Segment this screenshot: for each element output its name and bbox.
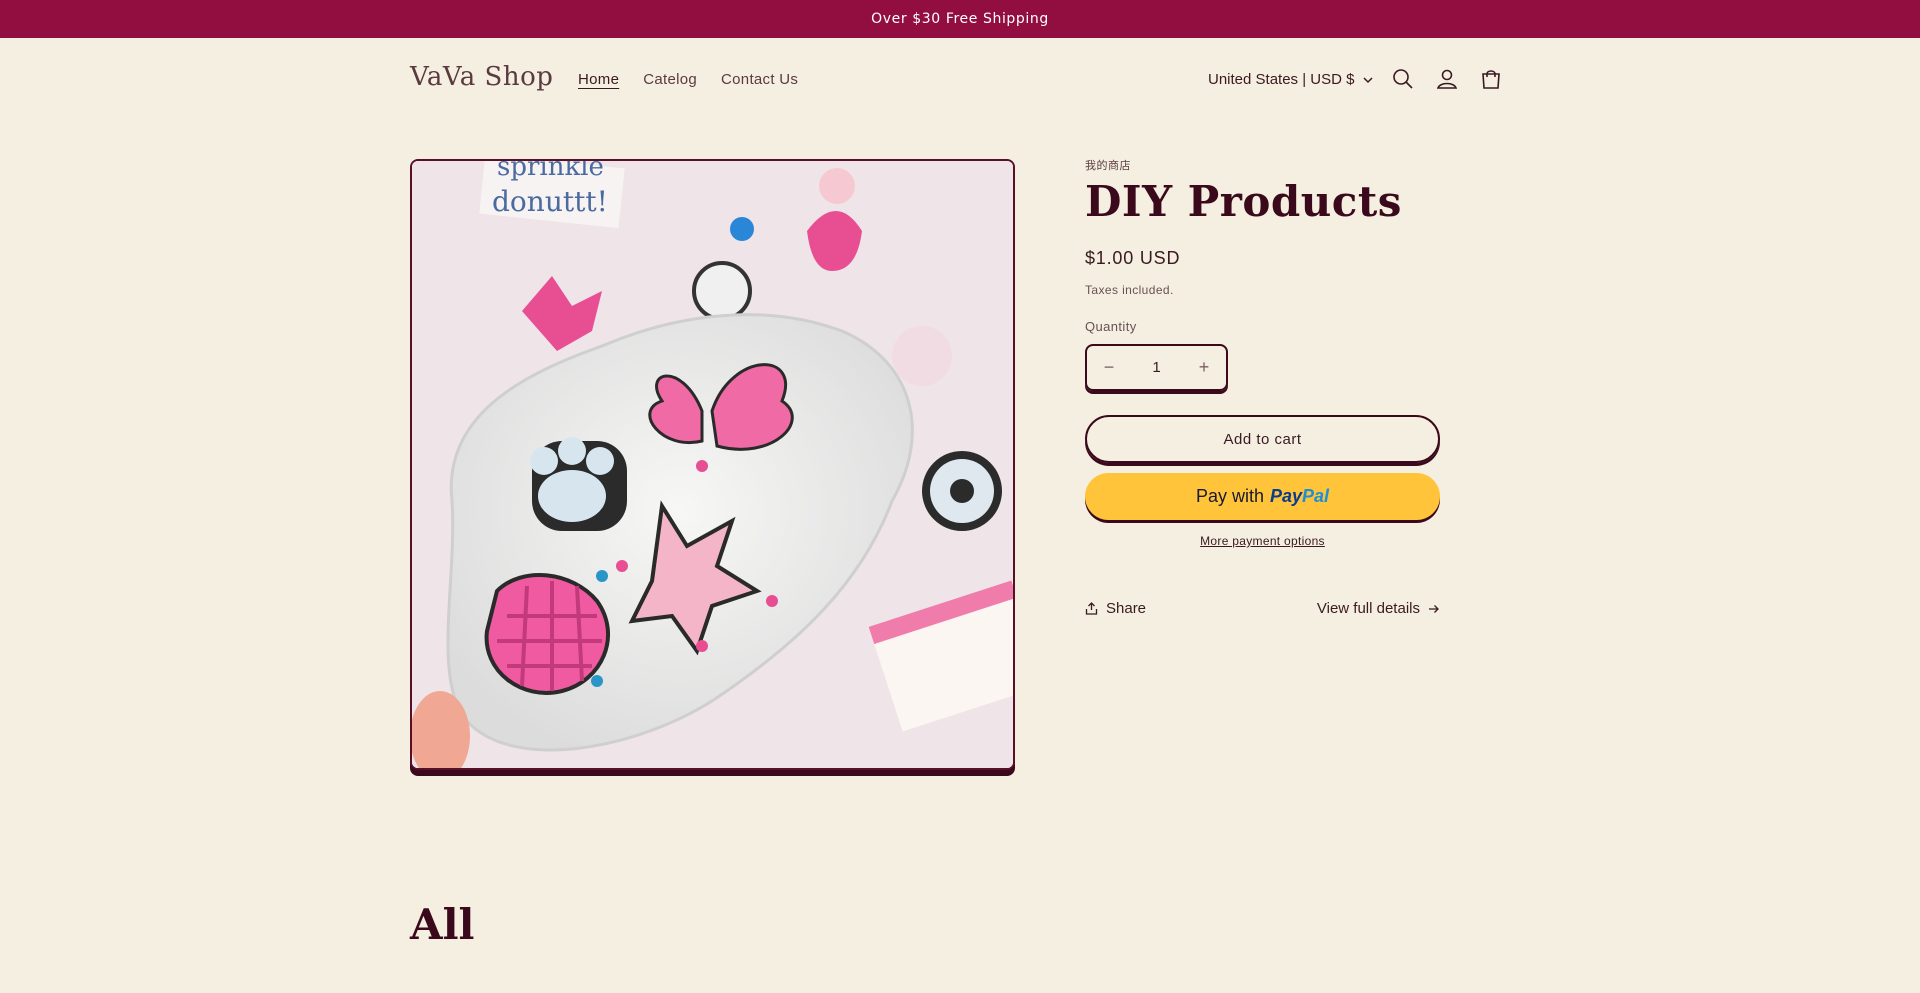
paypal-logo-pay: Pay <box>1269 486 1303 506</box>
product-image[interactable]: sprinkle donuttt! <box>410 159 1015 770</box>
share-button[interactable]: Share <box>1085 600 1146 617</box>
section-title: All <box>410 900 475 949</box>
announcement-bar: Over $30 Free Shipping <box>0 0 1920 38</box>
share-icon <box>1085 602 1098 615</box>
quantity-minus-button[interactable]: − <box>1097 357 1121 378</box>
site-header: VaVa Shop Home Catelog Contact Us United… <box>0 38 1920 122</box>
search-icon[interactable] <box>1391 67 1415 91</box>
nav-contact[interactable]: Contact Us <box>721 71 798 88</box>
quantity-input[interactable]: 1 <box>1145 359 1169 376</box>
paypal-button[interactable]: Pay with PayPal <box>1085 473 1440 520</box>
more-payment-options-link[interactable]: More payment options <box>1085 534 1440 548</box>
tax-note: Taxes included. <box>1085 283 1174 297</box>
nav-catalog[interactable]: Catelog <box>643 71 697 88</box>
quantity-stepper: − 1 + <box>1085 344 1228 391</box>
main-nav: Home Catelog Contact Us <box>578 71 798 88</box>
nav-home[interactable]: Home <box>578 71 619 88</box>
quantity-label: Quantity <box>1085 319 1137 334</box>
country-currency-selector[interactable]: United States | USD $ <box>1208 71 1374 88</box>
quantity-plus-button[interactable]: + <box>1192 357 1216 378</box>
announcement-text: Over $30 Free Shipping <box>871 11 1049 27</box>
shop-logo[interactable]: VaVa Shop <box>410 62 553 92</box>
paypal-prefix: Pay with <box>1195 486 1264 506</box>
paypal-logo-pal: Pal <box>1302 486 1330 506</box>
chevron-down-icon <box>1363 76 1373 83</box>
view-full-details-link[interactable]: View full details <box>1317 600 1440 617</box>
add-to-cart-button[interactable]: Add to cart <box>1085 415 1440 463</box>
share-label: Share <box>1106 600 1147 617</box>
locale-label: United States | USD $ <box>1208 71 1355 88</box>
product-price: $1.00 USD <box>1085 248 1181 268</box>
account-icon[interactable] <box>1435 67 1459 91</box>
arrow-right-icon <box>1429 604 1439 613</box>
product-actions: Share View full details <box>1085 600 1440 617</box>
paypal-logo: PayPal <box>1270 486 1329 507</box>
bell-charm-icon <box>730 217 754 241</box>
image-text-donut: donuttt! <box>492 185 608 218</box>
cart-icon[interactable] <box>1479 67 1503 91</box>
product-info: 我的商店 DIY Products $1.00 USD Taxes includ… <box>1085 157 1445 617</box>
vendor-label: 我的商店 <box>1085 160 1131 172</box>
view-details-label: View full details <box>1316 600 1420 617</box>
product-photo: sprinkle donuttt! <box>412 161 1013 768</box>
image-text-sprinkle: sprinkle <box>497 161 604 182</box>
product-title: DIY Products <box>1085 177 1402 226</box>
